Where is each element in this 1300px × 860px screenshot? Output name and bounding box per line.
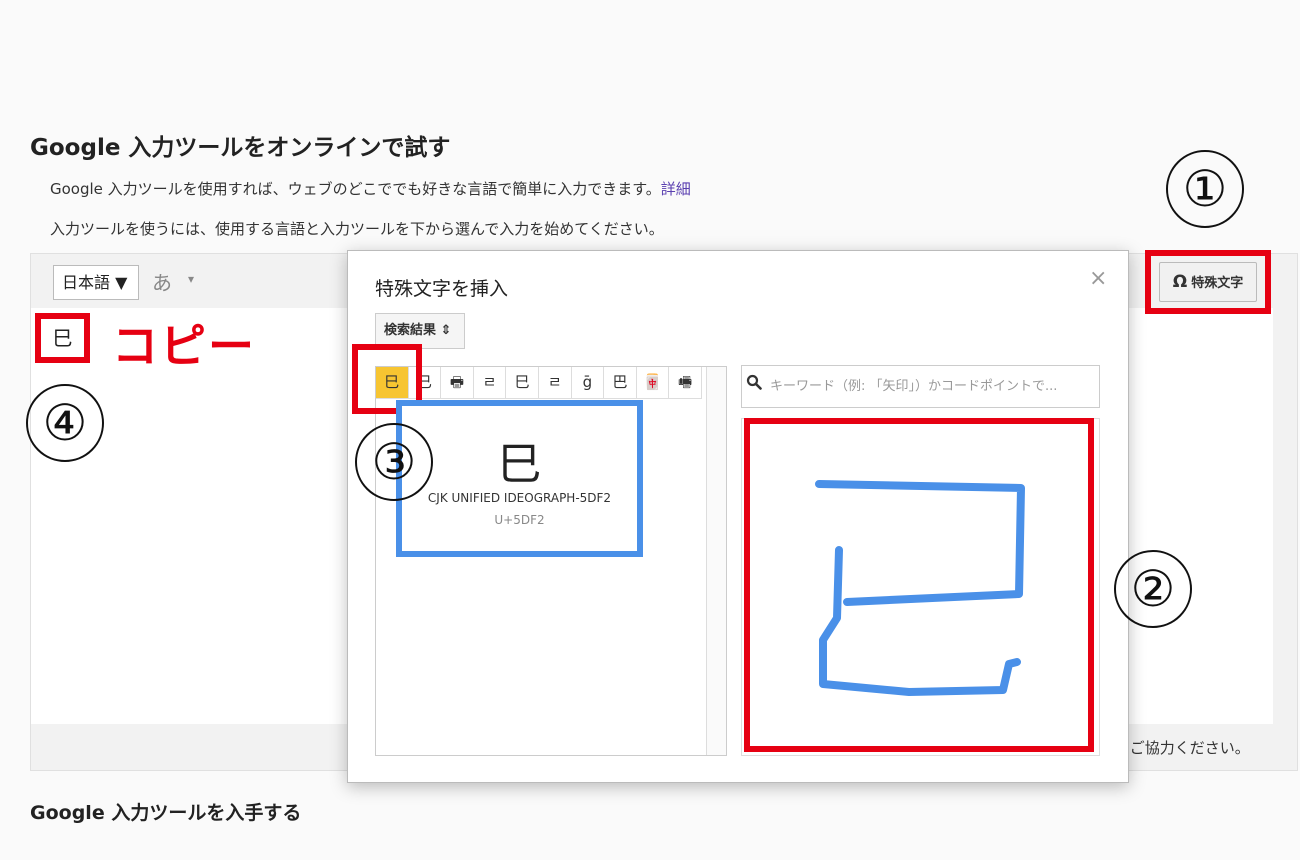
ime-selector[interactable]: あ — [152, 267, 172, 296]
language-select[interactable]: 日本語 ▼ — [53, 265, 139, 300]
details-link[interactable]: 詳細 — [661, 180, 691, 198]
step-1-marker: ① — [1166, 150, 1244, 228]
candidate-cell[interactable]: ḡ — [571, 367, 605, 399]
candidate-row: 巳已 🖶 ㄹ巳ㄹ ḡ 巴 🀄 🖷 — [376, 367, 702, 399]
candidate-cell[interactable]: 🖶 — [441, 367, 474, 399]
candidate-cell[interactable]: 🀄 — [636, 367, 670, 399]
preview-char: 巳 — [497, 439, 542, 490]
candidate-cell[interactable]: 巴 — [604, 367, 637, 399]
dialog-title: 特殊文字を挿入 — [375, 278, 509, 300]
preview-codepoint: U+5DF2 — [494, 513, 545, 527]
typed-character: 巳 — [35, 313, 90, 363]
candidate-cell[interactable]: ㄹ — [538, 367, 572, 399]
search-input[interactable] — [770, 366, 1095, 406]
candidate-cell[interactable]: 巳 — [506, 367, 539, 399]
candidate-cell[interactable]: ㄹ — [473, 367, 507, 399]
handwriting-highlight — [744, 418, 1094, 752]
search-icon — [746, 374, 762, 395]
copy-annotation: コピー — [112, 319, 256, 373]
candidate-cell[interactable]: 🖷 — [669, 367, 702, 399]
special-chars-button[interactable]: Ω 特殊文字 — [1159, 262, 1257, 302]
close-icon[interactable]: × — [1089, 266, 1107, 291]
description-line-1: Google 入力ツールを使用すれば、ウェブのどこででも好きな言語で簡単に入力で… — [50, 178, 691, 199]
step-2-marker: ② — [1114, 550, 1192, 628]
chevron-down-icon[interactable]: ▾ — [188, 272, 194, 286]
special-chars-label: 特殊文字 — [1191, 276, 1244, 291]
get-input-tools-title: Google 入力ツールを入手する — [30, 802, 302, 824]
page-title: Google 入力ツールをオンラインで試す — [30, 135, 451, 161]
candidate-scrollbar[interactable] — [706, 367, 726, 755]
step-4-marker: ④ — [26, 384, 104, 462]
description-line-2: 入力ツールを使うには、使用する言語と入力ツールを下から選んで入力を始めてください… — [50, 220, 664, 238]
description-text: Google 入力ツールを使用すれば、ウェブのどこででも好きな言語で簡単に入力で… — [50, 180, 661, 198]
omega-icon: Ω — [1172, 272, 1188, 292]
preview-char-name: CJK UNIFIED IDEOGRAPH-5DF2 — [427, 491, 612, 505]
step-3-marker: ③ — [355, 423, 433, 501]
footer-note: にご協力ください。 — [1115, 739, 1250, 757]
